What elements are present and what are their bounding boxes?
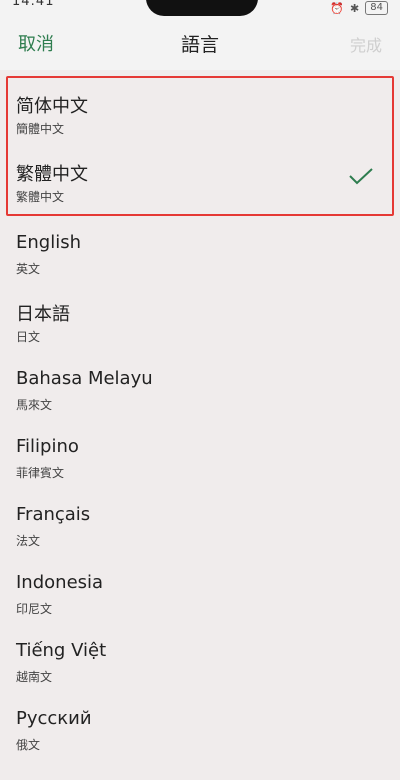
language-name: 繁體中文	[16, 164, 88, 185]
language-native-name: 俄文	[16, 738, 41, 752]
top-navigation-bar: 取消 語言 完成	[0, 18, 400, 70]
language-name: Filipino	[16, 436, 79, 457]
language-name: Bahasa Melayu	[16, 368, 153, 389]
language-native-name: 菲律賓文	[16, 466, 65, 480]
language-native-name: 繁體中文	[16, 190, 65, 204]
language-item-filipino[interactable]: Filipino 菲律賓文	[0, 424, 400, 492]
checkmark-icon	[349, 168, 373, 185]
language-item-vietnamese[interactable]: Tiếng Việt 越南文	[0, 628, 400, 696]
language-name: Indonesia	[16, 572, 104, 593]
language-name: 日本語	[16, 304, 70, 325]
language-native-name: 越南文	[16, 670, 53, 684]
status-icons: ⏰ ✱ 84	[330, 0, 388, 16]
language-native-name: 馬來文	[16, 398, 53, 412]
language-item-indonesian[interactable]: Indonesia 印尼文	[0, 560, 400, 628]
bluetooth-icon: ✱	[350, 1, 360, 15]
status-time: 14:41	[12, 0, 55, 9]
battery-indicator: 84	[365, 1, 388, 15]
language-item-french[interactable]: Français 法文	[0, 492, 400, 560]
language-list: 简体中文 簡體中文 繁體中文 繁體中文 English 英文 日本語 日文 Ba…	[0, 70, 400, 780]
page-title: 語言	[180, 34, 219, 56]
language-name: Tiếng Việt	[16, 640, 107, 661]
language-native-name: 印尼文	[16, 602, 53, 616]
language-native-name: 日文	[16, 330, 41, 344]
language-name: Русский	[16, 708, 92, 729]
language-name: 简体中文	[16, 96, 88, 117]
language-item-traditional-chinese[interactable]: 繁體中文 繁體中文	[0, 148, 400, 216]
language-item-malay[interactable]: Bahasa Melayu 馬來文	[0, 356, 400, 424]
status-bar: 14:41 ⏰ ✱ 84	[0, 0, 400, 18]
language-native-name: 英文	[16, 262, 41, 276]
done-button[interactable]: 完成	[350, 32, 382, 56]
language-item-russian[interactable]: Русский 俄文	[0, 696, 400, 764]
alarm-icon: ⏰	[330, 1, 345, 15]
language-name: Français	[16, 504, 91, 525]
language-item-japanese[interactable]: 日本語 日文	[0, 288, 400, 356]
camera-notch	[146, 0, 258, 16]
language-native-name: 簡體中文	[16, 122, 65, 136]
language-item-english[interactable]: English 英文	[0, 220, 400, 288]
language-item-simplified-chinese[interactable]: 简体中文 簡體中文	[0, 80, 400, 148]
language-name: English	[16, 232, 81, 253]
language-native-name: 法文	[16, 534, 41, 548]
